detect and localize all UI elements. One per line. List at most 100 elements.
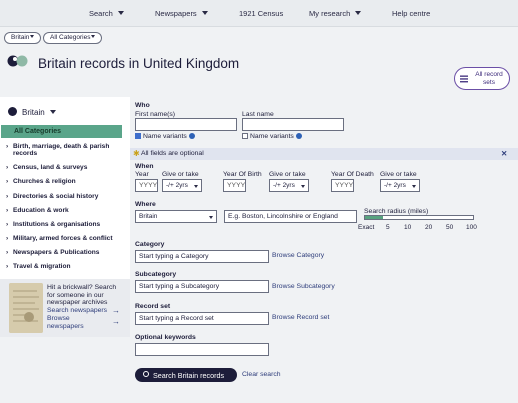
nav-1921-census[interactable]: 1921 Census [239, 9, 283, 18]
radius-tick-50: 50 [446, 224, 454, 231]
who-heading: Who [135, 102, 150, 109]
category-filter-pill[interactable]: All Categories [43, 32, 103, 44]
death-range-select[interactable]: -/+ 2yrs [380, 179, 420, 192]
keywords-heading: Optional keywords [135, 334, 196, 341]
checkbox-checked-icon [135, 133, 141, 139]
where-location-input[interactable]: E.g. Boston, Lincolnshire or England [224, 210, 357, 223]
radius-tick-20: 20 [425, 224, 433, 231]
chevron-right-icon: › [6, 193, 9, 200]
year-of-death-input[interactable]: YYYY [331, 179, 354, 192]
subcategory-input[interactable]: Start typing a Subcategory [135, 280, 269, 293]
radius-tick-5: 5 [386, 224, 390, 231]
record-set-heading: Record set [135, 303, 171, 310]
category-sidebar: Britain All Categories › Birth, marriage,… [0, 97, 130, 279]
first-name-input[interactable] [135, 118, 237, 131]
sidebar-item-churches[interactable]: › Churches & religion [6, 178, 76, 185]
search-icon [143, 371, 149, 377]
year-of-death-label: Year Of Death [331, 171, 374, 178]
lightbulb-icon: ✱ [133, 149, 140, 158]
year-of-birth-input[interactable]: YYYY [223, 179, 246, 192]
all-record-sets-button[interactable]: All record sets [454, 67, 510, 90]
search-records-button[interactable]: Search Britain records [135, 368, 237, 382]
chevron-down-icon [194, 185, 198, 188]
chevron-right-icon: › [6, 235, 9, 242]
chevron-down-icon [201, 11, 208, 15]
sidebar-item-birth-marriage-death[interactable]: › Birth, marriage, death & parish records [6, 143, 123, 157]
where-region-select[interactable]: Britain [135, 210, 217, 223]
year-of-birth-label: Year Of Birth [223, 171, 262, 178]
sidebar-item-census[interactable]: › Census, land & surveys [6, 164, 87, 171]
chevron-right-icon: › [6, 249, 9, 256]
give-or-take-label: Give or take [380, 171, 417, 178]
browse-record-set-link[interactable]: Browse Record set [272, 314, 329, 321]
give-or-take-label: Give or take [269, 171, 306, 178]
sidebar-item-all-categories[interactable]: All Categories [1, 125, 122, 138]
clear-search-link[interactable]: Clear search [242, 371, 281, 378]
info-icon[interactable] [188, 133, 195, 139]
give-or-take-label: Give or take [162, 171, 199, 178]
last-name-label: Last name [242, 111, 274, 118]
last-name-variants-checkbox[interactable]: Name variants [242, 133, 302, 140]
chevron-right-icon: › [6, 143, 9, 150]
chevron-down-icon [49, 110, 56, 114]
chevron-down-icon [355, 11, 362, 15]
category-heading: Category [135, 241, 165, 248]
sidebar-item-directories[interactable]: › Directories & social history [6, 193, 98, 200]
search-radius-label: Search radius (miles) [364, 208, 429, 215]
where-heading: Where [135, 201, 156, 208]
optional-fields-banner: ✱ All fields are optional ✕ [130, 148, 518, 160]
year-input[interactable]: YYYY [135, 179, 158, 192]
browse-subcategory-link[interactable]: Browse Subcategory [272, 283, 335, 290]
sidebar-item-newspapers[interactable]: › Newspapers & Publications [6, 249, 99, 256]
chevron-down-icon [301, 185, 305, 188]
chevron-right-icon: › [6, 263, 9, 270]
chevron-down-icon [30, 35, 35, 38]
first-name-variants-checkbox[interactable]: Name variants [135, 133, 195, 140]
radius-tick-exact: Exact [358, 224, 375, 231]
subcategory-heading: Subcategory [135, 271, 177, 278]
chevron-right-icon: › [6, 178, 9, 185]
close-icon[interactable]: ✕ [501, 149, 507, 158]
top-navigation: Search Newspapers 1921 Census My researc… [0, 0, 518, 27]
page-title: Britain records in United Kingdom [38, 56, 240, 71]
checkbox-unchecked-icon [242, 133, 248, 139]
chevron-down-icon [412, 185, 416, 188]
search-newspapers-link[interactable]: Search newspapers [47, 307, 107, 315]
chevron-right-icon: › [6, 164, 9, 171]
globe-icon [8, 107, 17, 116]
nav-newspapers[interactable]: Newspapers [155, 9, 208, 18]
keywords-input[interactable] [135, 343, 269, 356]
region-selector[interactable]: Britain [8, 107, 56, 117]
arrow-right-icon: → [112, 306, 120, 315]
promo-text: Hit a brickwall? Search for someone in o… [47, 284, 117, 306]
sidebar-item-education[interactable]: › Education & work [6, 207, 69, 214]
category-input[interactable]: Start typing a Category [135, 250, 269, 263]
birth-range-select[interactable]: -/+ 2yrs [269, 179, 309, 192]
first-name-label: First name(s) [135, 111, 176, 118]
nav-my-research[interactable]: My research [309, 9, 362, 18]
page-header [0, 47, 518, 97]
sidebar-item-military[interactable]: › Military, armed forces & conflict [6, 235, 113, 242]
nav-search[interactable]: Search [89, 9, 124, 18]
newspaper-image [9, 283, 43, 333]
search-radius-slider[interactable] [364, 215, 474, 220]
year-label: Year [135, 171, 149, 178]
browse-category-link[interactable]: Browse Category [272, 252, 324, 259]
chevron-right-icon: › [6, 221, 9, 228]
sidebar-item-institutions[interactable]: › Institutions & organisations [6, 221, 100, 228]
chevron-down-icon [117, 11, 124, 15]
arrow-right-icon: → [112, 317, 120, 326]
when-heading: When [135, 163, 154, 170]
info-icon[interactable] [295, 133, 302, 139]
sidebar-item-travel[interactable]: › Travel & migration [6, 263, 71, 270]
newspaper-promo: Hit a brickwall? Search for someone in o… [0, 279, 130, 337]
year-range-select[interactable]: -/+ 2yrs [162, 179, 202, 192]
chevron-down-icon [91, 35, 96, 38]
record-set-input[interactable]: Start typing a Record set [135, 312, 269, 325]
site-logo-icon [7, 55, 28, 67]
nav-help-centre[interactable]: Help centre [392, 9, 430, 18]
radius-tick-10: 10 [404, 224, 412, 231]
region-filter-pill[interactable]: Britain [4, 32, 42, 44]
last-name-input[interactable] [242, 118, 344, 131]
browse-newspapers-link[interactable]: Browse newspapers [47, 315, 103, 330]
